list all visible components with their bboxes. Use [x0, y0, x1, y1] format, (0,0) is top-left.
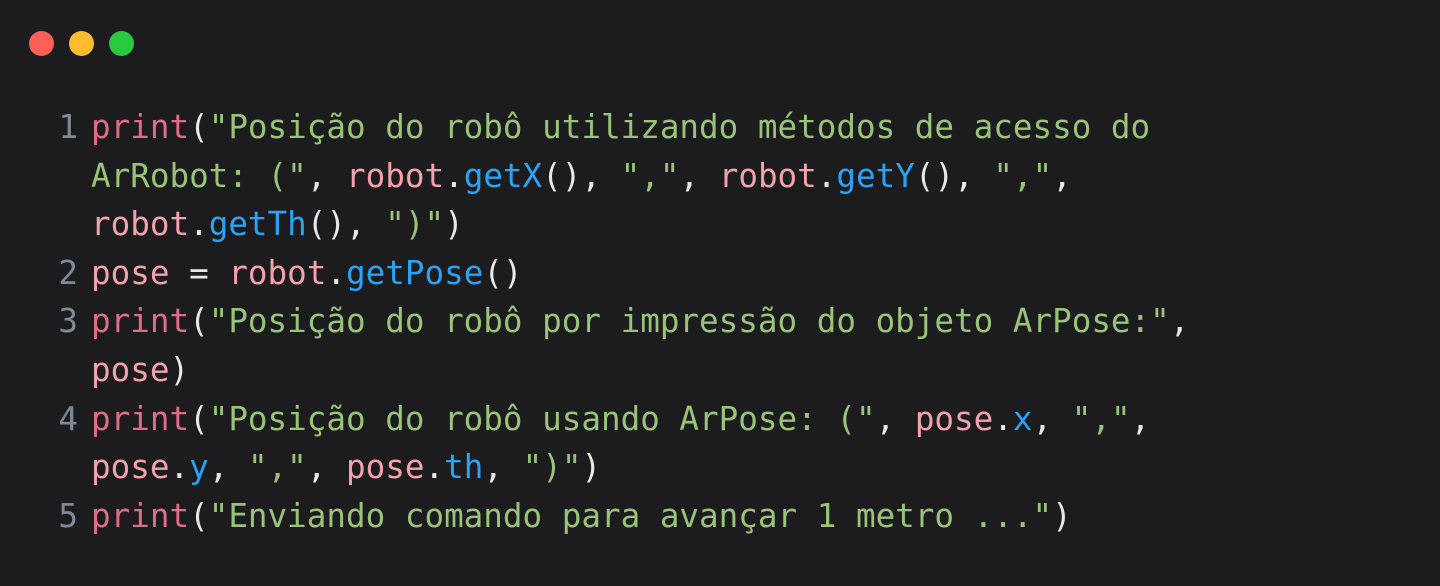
token-punc: .: [169, 448, 190, 487]
token-punc: .: [993, 399, 1013, 438]
token-fn: print: [91, 496, 190, 535]
token-punc: (),: [306, 205, 386, 244]
token-meth: getY: [836, 156, 915, 195]
token-meth: x: [1012, 399, 1033, 438]
wrapped-row: robot.getTh(), ")"): [91, 200, 1150, 249]
line-content: print("Enviando comando para avançar 1 m…: [91, 492, 1072, 541]
wrapped-row: pose.y, ",", pose.th, ")"): [91, 443, 1150, 492]
token-punc: .: [326, 253, 347, 292]
line-number: 3: [58, 302, 78, 341]
line-content: print("Posição do robô por impressão do …: [91, 297, 1189, 394]
token-punc: (: [189, 399, 209, 438]
code-line: 5 print("Enviando comando para avançar 1 …: [52, 492, 1189, 541]
token-punc: ,: [875, 399, 915, 438]
token-punc: ,: [1032, 399, 1072, 438]
token-punc: (: [189, 108, 209, 146]
token-obj: pose: [346, 448, 425, 487]
token-meth: getPose: [346, 253, 484, 292]
code-block: 1 print("Posição do robô utilizando métod…: [52, 103, 1189, 540]
token-punc: (): [483, 253, 523, 292]
zoom-button[interactable]: [109, 31, 134, 56]
token-punc: ,: [1169, 302, 1190, 341]
wrapped-row: print("Posição do robô por impressão do …: [91, 297, 1189, 346]
line-number: 1: [58, 108, 78, 146]
token-punc: .: [444, 156, 464, 195]
token-punc: ,: [1130, 399, 1151, 438]
token-punc: ): [1052, 496, 1072, 535]
token-str: ArRobot: (": [91, 156, 307, 195]
token-str: "Posição do robô utilizando métodos de a…: [208, 108, 1151, 146]
token-fn: print: [91, 399, 190, 438]
line-number: 4: [58, 399, 78, 438]
close-button[interactable]: [29, 31, 54, 56]
line-number: 5: [58, 496, 78, 535]
token-punc: (),: [914, 156, 994, 195]
wrapped-row: print("Enviando comando para avançar 1 m…: [91, 492, 1072, 541]
wrapped-row: pose): [91, 346, 1189, 395]
token-punc: (: [189, 302, 209, 341]
token-punc: ): [444, 205, 464, 244]
code-line: 1 print("Posição do robô utilizando métod…: [52, 103, 1189, 249]
token-punc: ): [169, 350, 190, 389]
code-window: 1 print("Posição do robô utilizando métod…: [0, 0, 1440, 586]
token-obj: robot: [228, 253, 327, 292]
token-punc: (),: [542, 156, 621, 195]
token-str: "Enviando comando para avançar 1 metro .…: [208, 496, 1053, 535]
token-str: ")": [385, 205, 445, 244]
token-punc: =: [169, 253, 229, 292]
token-str: "Posição do robô por impressão do objeto…: [208, 302, 1170, 341]
token-meth: th: [444, 448, 484, 487]
token-punc: .: [424, 448, 445, 487]
token-punc: .: [189, 205, 209, 244]
code-line: 4 print("Posição do robô usando ArPose: (…: [52, 395, 1189, 492]
code-line: 3 print("Posição do robô por impressão do…: [52, 297, 1189, 394]
token-punc: ,: [306, 448, 347, 487]
token-meth: getTh: [208, 205, 307, 244]
token-punc: .: [816, 156, 837, 195]
window-controls: [29, 31, 134, 56]
wrapped-row: pose = robot.getPose(): [91, 249, 523, 298]
wrapped-row: ArRobot: (", robot.getX(), ",", robot.ge…: [91, 152, 1150, 201]
token-str: ",": [993, 156, 1053, 195]
wrapped-row: print("Posição do robô utilizando método…: [91, 103, 1150, 152]
token-punc: ): [581, 448, 602, 487]
token-fn: print: [91, 302, 190, 341]
token-obj: robot: [718, 156, 817, 195]
line-content: print("Posição do robô utilizando método…: [91, 103, 1150, 249]
token-obj: robot: [346, 156, 445, 195]
token-str: ",": [620, 156, 680, 195]
code-line: 2 pose = robot.getPose(): [52, 249, 1189, 298]
token-meth: getX: [463, 156, 543, 195]
token-str: ")": [522, 448, 582, 487]
token-punc: ,: [306, 156, 346, 195]
token-obj: pose: [914, 399, 994, 438]
line-content: pose = robot.getPose(): [91, 249, 523, 298]
token-obj: pose: [91, 253, 170, 292]
token-meth: y: [189, 448, 209, 487]
token-fn: print: [91, 108, 190, 146]
token-str: "Posição do robô usando ArPose: (": [208, 399, 876, 438]
token-str: ",": [247, 448, 307, 487]
token-obj: pose: [91, 350, 170, 389]
token-punc: ,: [483, 448, 523, 487]
token-obj: robot: [91, 205, 190, 244]
line-content: print("Posição do robô usando ArPose: ("…: [91, 395, 1150, 492]
token-obj: pose: [91, 448, 170, 487]
line-number: 2: [58, 253, 78, 292]
wrapped-row: print("Posição do robô usando ArPose: ("…: [91, 395, 1150, 444]
token-punc: (: [189, 496, 209, 535]
minimize-button[interactable]: [69, 31, 94, 56]
token-punc: ,: [1052, 156, 1072, 195]
token-punc: ,: [679, 156, 719, 195]
token-punc: ,: [208, 448, 248, 487]
token-str: ",": [1071, 399, 1131, 438]
